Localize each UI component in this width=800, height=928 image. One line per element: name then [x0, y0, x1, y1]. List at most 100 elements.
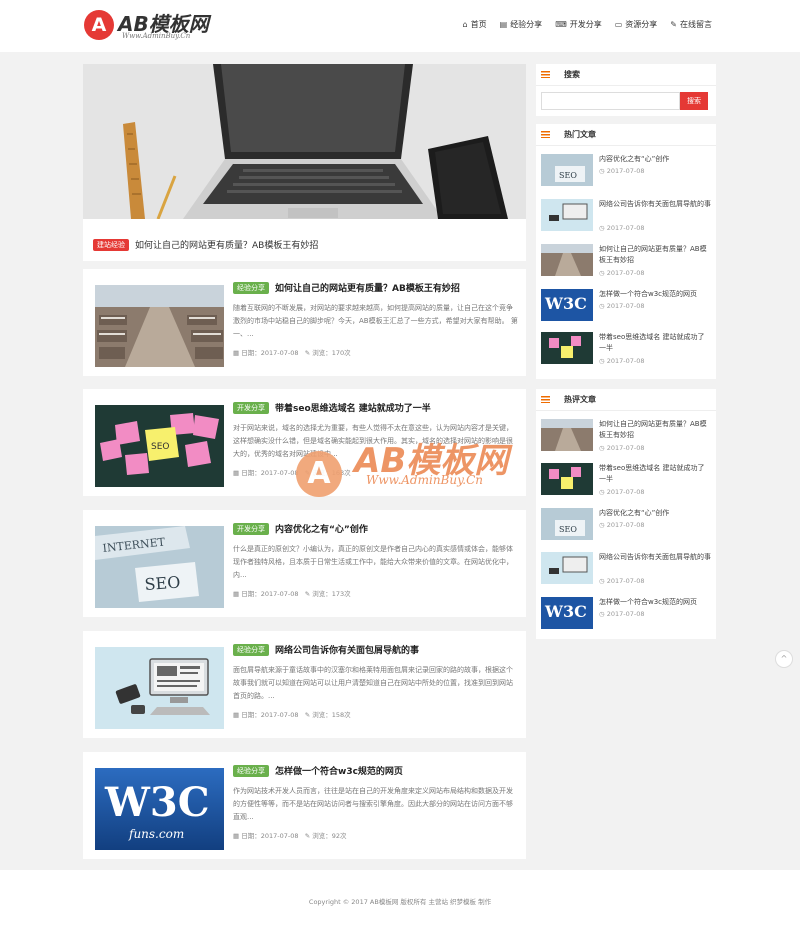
item-thumbnail[interactable] [541, 199, 593, 231]
post-thumbnail[interactable]: SEO [95, 405, 224, 487]
item-thumbnail[interactable]: SEO [541, 508, 593, 540]
nav-label: 在线留言 [680, 20, 712, 29]
post-meta: ▦ 日期：2017-07-08 ✎ 浏览：170次 [233, 347, 518, 357]
post-title[interactable]: 带着seo思维选域名 建站就成功了一半 [275, 401, 431, 414]
featured-caption[interactable]: 建站经验 如何让自己的网站更有质量？AB模板王有妙招 [93, 238, 318, 251]
post-title[interactable]: 网络公司告诉你有关面包屑导航的事 [275, 643, 419, 656]
item-thumbnail[interactable] [541, 419, 593, 451]
item-date: ◷ 2017-07-08 [599, 521, 711, 529]
post-date: 日期：2017-07-08 [241, 832, 299, 840]
list-item[interactable]: 如何让自己的网站更有质量？AB模板王有妙招 ◷ 2017-07-08 [541, 244, 711, 282]
item-title[interactable]: 怎样做一个符合w3c规范的网页 [599, 289, 711, 300]
nav-label: 首页 [470, 20, 487, 29]
post-tag[interactable]: 开发分享 [233, 522, 269, 535]
post-body: 经验分享 网络公司告诉你有关面包屑导航的事 面包屑导航来源于童话故事中的汉塞尔和… [233, 643, 518, 719]
item-title[interactable]: 如何让自己的网站更有质量？AB模板王有妙招 [599, 244, 711, 266]
code-icon: ⌨ [555, 20, 567, 29]
post-tag[interactable]: 经验分享 [233, 643, 269, 656]
list-icon [541, 396, 550, 403]
item-date-text: 2017-07-08 [606, 444, 645, 452]
item-title[interactable]: 带着seo思维选域名 建站就成功了一半 [599, 463, 711, 485]
post-heading: 经验分享 网络公司告诉你有关面包屑导航的事 [233, 643, 518, 656]
pen-icon: ✎ [304, 590, 311, 598]
item-date: ◷ 2017-07-08 [599, 357, 711, 365]
item-title[interactable]: 网络公司告诉你有关面包屑导航的事 [599, 552, 711, 563]
logo-mark: A [84, 10, 114, 40]
post-thumbnail[interactable] [95, 285, 224, 367]
featured-tag[interactable]: 建站经验 [93, 238, 129, 251]
calendar-icon: ▦ [233, 711, 240, 719]
featured-slide[interactable]: 建站经验 如何让自己的网站更有质量？AB模板王有妙招 [83, 64, 526, 261]
item-title[interactable]: 带着seo思维选域名 建站就成功了一半 [599, 332, 711, 354]
post-heading: 经验分享 如何让自己的网站更有质量？AB模板王有妙招 [233, 281, 518, 294]
item-thumbnail[interactable] [541, 463, 593, 495]
nav-item-guestbook[interactable]: ✎ 在线留言 [670, 19, 712, 30]
post-tag[interactable]: 经验分享 [233, 764, 269, 777]
post-card: W3C funs.com 经验分享 怎样做一个符合w3c规范的网页 作为网站技术… [83, 752, 526, 859]
clock-icon: ◷ [599, 302, 605, 310]
post-title[interactable]: 如何让自己的网站更有质量？AB模板王有妙招 [275, 281, 460, 294]
back-to-top-button[interactable]: ^ [775, 650, 793, 668]
post-thumbnail[interactable] [95, 647, 224, 729]
post-title[interactable]: 怎样做一个符合w3c规范的网页 [275, 764, 403, 777]
item-date: ◷ 2017-07-08 [599, 577, 711, 585]
item-title[interactable]: 网络公司告诉你有关面包屑导航的事 [599, 199, 711, 210]
clock-icon: ◷ [599, 167, 605, 175]
post-thumbnail[interactable]: W3C funs.com [95, 768, 224, 850]
post-excerpt: 什么是真正的原创文？小编认为，真正的原创文是作者自己内心的真实感情或体会，能够体… [233, 545, 513, 579]
post-meta: ▦ 日期：2017-07-08 ✎ 浏览：173次 [233, 588, 518, 598]
post-date: 日期：2017-07-08 [241, 590, 299, 598]
item-date: ◷ 2017-07-08 [599, 444, 711, 452]
item-thumbnail[interactable] [541, 552, 593, 584]
list-item[interactable]: 带着seo思维选域名 建站就成功了一半 ◷ 2017-07-08 [541, 463, 711, 501]
item-thumbnail[interactable]: W3C [541, 597, 593, 629]
post-title[interactable]: 内容优化之有“心”创作 [275, 522, 368, 535]
nav-item-home[interactable]: ⌂ 首页 [463, 19, 487, 30]
item-date-text: 2017-07-08 [606, 577, 645, 585]
widget-title: 热评文章 [536, 389, 716, 411]
home-icon: ⌂ [462, 20, 468, 29]
nav-item-resources[interactable]: ▭ 资源分享 [615, 19, 658, 30]
list-icon: ▤ [499, 20, 508, 29]
item-title[interactable]: 如何让自己的网站更有质量？AB模板王有妙招 [599, 419, 711, 441]
post-thumbnail[interactable]: INTERNET SEO [95, 526, 224, 608]
item-thumbnail[interactable] [541, 332, 593, 364]
site-header: A AB模板网 Www.AdminBuy.Cn ⌂ 首页 ▤ 经验分享 ⌨ 开发分享 … [0, 0, 800, 52]
svg-text:SEO: SEO [559, 525, 577, 534]
post-tag[interactable]: 经验分享 [233, 281, 269, 294]
list-item[interactable]: 如何让自己的网站更有质量？AB模板王有妙招 ◷ 2017-07-08 [541, 419, 711, 457]
featured-title[interactable]: 如何让自己的网站更有质量？AB模板王有妙招 [135, 238, 318, 251]
item-date: ◷ 2017-07-08 [599, 269, 711, 277]
item-title[interactable]: 内容优化之有“心”创作 [599, 508, 711, 519]
nav-item-develop[interactable]: ⌨ 开发分享 [555, 19, 602, 30]
site-logo[interactable]: A AB模板网 Www.AdminBuy.Cn [84, 8, 234, 46]
list-item[interactable]: 网络公司告诉你有关面包屑导航的事 ◷ 2017-07-08 [541, 199, 711, 237]
post-card: INTERNET SEO 开发分享 内容优化之有“心”创作 什么是真正的原创文？… [83, 510, 526, 617]
search-widget: 搜索 搜索 [536, 64, 716, 116]
list-item[interactable]: 网络公司告诉你有关面包屑导航的事 ◷ 2017-07-08 [541, 552, 711, 590]
list-item[interactable]: SEO 内容优化之有“心”创作 ◷ 2017-07-08 [541, 508, 711, 546]
clock-icon: ◷ [599, 269, 605, 277]
list-item[interactable]: 带着seo思维选域名 建站就成功了一半 ◷ 2017-07-08 [541, 332, 711, 370]
post-body: 经验分享 怎样做一个符合w3c规范的网页 作为网站技术开发人员而言，往往是站在自… [233, 764, 518, 840]
post-body: 经验分享 如何让自己的网站更有质量？AB模板王有妙招 随着互联网的不断发展，对网… [233, 281, 518, 357]
search-button[interactable]: 搜索 [680, 92, 708, 110]
item-thumbnail[interactable]: W3C [541, 289, 593, 321]
calendar-icon: ▦ [233, 590, 240, 598]
list-item[interactable]: W3C 怎样做一个符合w3c规范的网页 ◷ 2017-07-08 [541, 289, 711, 327]
item-title[interactable]: 怎样做一个符合w3c规范的网页 [599, 597, 711, 608]
monitor-icon: ▭ [614, 20, 623, 29]
item-thumbnail[interactable]: SEO [541, 154, 593, 186]
post-meta: ▦ 日期：2017-07-08 ✎ 浏览：163次 [233, 467, 518, 477]
nav-item-experience[interactable]: ▤ 经验分享 [500, 19, 543, 30]
clock-icon: ◷ [599, 577, 605, 585]
item-title[interactable]: 内容优化之有“心”创作 [599, 154, 711, 165]
post-tag[interactable]: 开发分享 [233, 401, 269, 414]
list-item[interactable]: SEO 内容优化之有“心”创作 ◷ 2017-07-08 [541, 154, 711, 192]
item-thumbnail[interactable] [541, 244, 593, 276]
list-item[interactable]: W3C 怎样做一个符合w3c规范的网页 ◷ 2017-07-08 [541, 597, 711, 635]
featured-image[interactable] [83, 64, 526, 219]
list-icon [541, 131, 550, 138]
post-excerpt: 面包屑导航来源于童话故事中的汉塞尔和格莱特用面包屑来记录回家的路的故事，根据这个… [233, 666, 513, 700]
search-input[interactable] [541, 92, 680, 110]
